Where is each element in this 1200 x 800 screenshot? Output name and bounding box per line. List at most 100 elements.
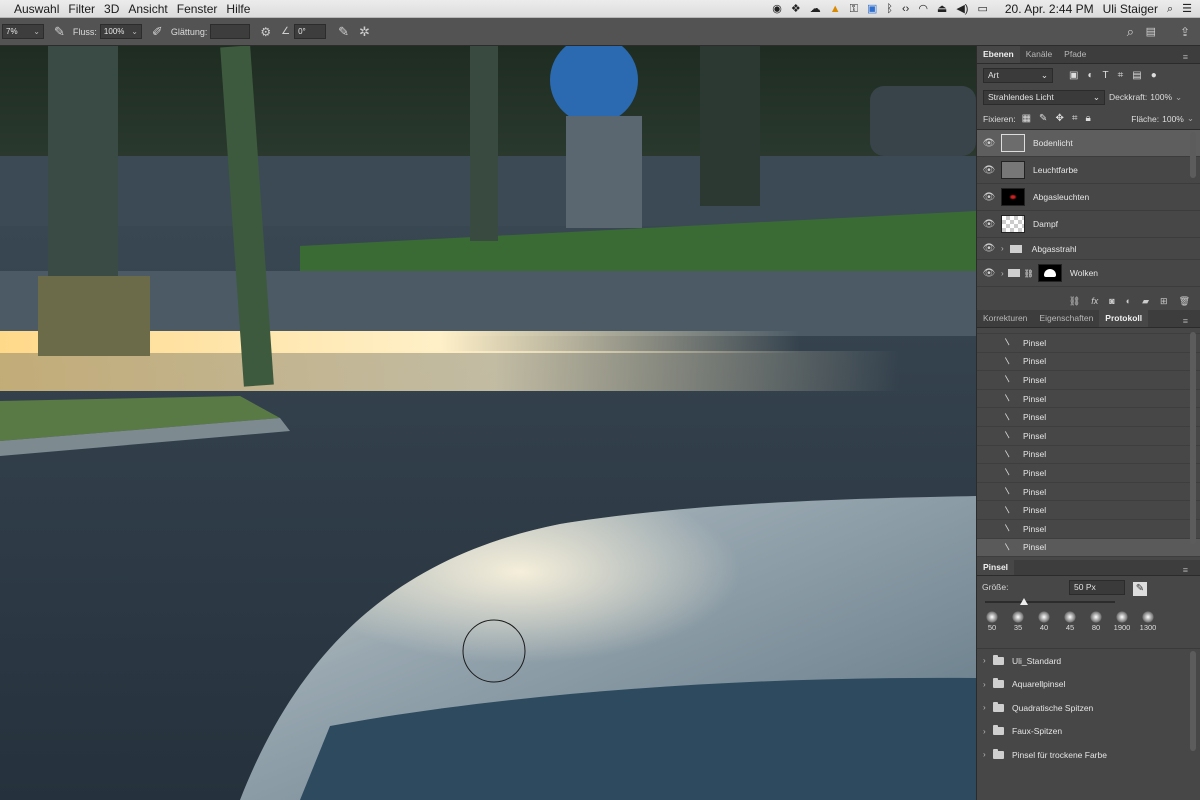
layer-group-abgasstrahl[interactable]: 👁︎ › Abgasstrahl [977,238,1200,260]
search-icon[interactable]: ⌕ [1127,24,1134,40]
brush-settings-icon[interactable]: ✎ [1133,582,1147,596]
shape-filter-icon[interactable]: ⌗ [1118,70,1124,81]
pressure-opacity-icon[interactable]: ✎ [54,24,65,40]
chevron-right-icon[interactable]: › [983,703,993,712]
angle-field[interactable]: 0° [294,24,327,39]
brush-folder[interactable]: › Faux-Spitzen [977,720,1200,744]
password-icon[interactable]: ⚿ [850,0,858,18]
notification-center-icon[interactable]: ☰ [1182,0,1192,18]
eye-icon[interactable]: 👁︎ [977,138,1001,149]
history-item-current[interactable]: / Pinsel [977,538,1200,558]
fill-value[interactable]: 100% [1162,114,1184,124]
history-item[interactable]: / Pinsel [977,390,1200,409]
history-item[interactable]: / Pinsel [977,408,1200,427]
history-item[interactable]: / Pinsel [977,353,1200,372]
dropbox-icon[interactable]: ❖ [791,0,801,18]
lock-artboard-icon[interactable]: ⌗ [1072,113,1078,124]
history-item[interactable]: / Pinsel [977,464,1200,483]
airbrush-icon[interactable]: ✐ [152,24,163,40]
brush-size-field[interactable]: 7% ⌄ [2,24,44,39]
layers-scrollbar[interactable] [1190,132,1196,178]
flow-field[interactable]: 100% ⌄ [99,24,142,39]
layer-row-leuchtfarbe[interactable]: 👁︎ Leuchtfarbe [977,157,1200,184]
volume-icon[interactable]: ◀) [956,0,968,18]
tab-eigenschaften[interactable]: Eigenschaften [1033,310,1099,327]
tab-protokoll[interactable]: Protokoll [1099,310,1149,327]
vlc-icon[interactable]: ▲ [830,0,841,18]
layer-group-wolken[interactable]: 👁︎ › ⛓ Wolken [977,260,1200,287]
tab-pinsel[interactable]: Pinsel [977,560,1015,575]
panel-menu-icon[interactable]: ≡ [1177,49,1194,66]
trash-icon[interactable]: 🗑︎ [1179,296,1190,307]
chevron-right-icon[interactable]: › [983,727,993,736]
chevron-right-icon[interactable]: › [983,750,993,759]
chevron-down-icon[interactable]: ⌄ [1175,92,1182,103]
menu-3d[interactable]: 3D [104,2,128,16]
brush-folder[interactable]: › Aquarellpinsel [977,673,1200,697]
document-canvas[interactable] [0,46,976,800]
battery-icon[interactable]: ▭ [977,0,987,18]
eye-icon[interactable]: 👁︎ [977,268,1001,279]
brush-preset[interactable]: 50 [981,611,1003,632]
tab-korrekturen[interactable]: Korrekturen [977,310,1033,327]
symmetry-icon[interactable]: ✲ [359,24,370,40]
clock[interactable]: 20. Apr. 2:44 PM [1005,2,1094,16]
history-item[interactable]: / Pinsel [977,446,1200,465]
history-item[interactable]: / Pinsel [977,520,1200,539]
gear-icon[interactable]: ⚙ [260,25,271,39]
pixel-filter-icon[interactable]: ▣ [1069,70,1078,81]
adjustment-filter-icon[interactable]: ◐ [1087,70,1093,81]
brush-preset[interactable]: 45 [1059,611,1081,632]
brush-folder[interactable]: › Quadratische Spitzen [977,696,1200,720]
wifi-icon[interactable]: ◠ [918,0,928,18]
fx-icon[interactable]: fx [1091,296,1098,306]
tab-ebenen[interactable]: Ebenen [977,46,1020,63]
brush-preset[interactable]: 40 [1033,611,1055,632]
layer-filter-select[interactable]: Art ⌄ [983,67,1053,83]
eye-icon[interactable]: 👁︎ [977,219,1001,230]
lock-transparent-icon[interactable]: ▦ [1022,113,1031,124]
brush-preset[interactable]: 1300 [1137,611,1159,632]
brush-folder[interactable]: › Pinsel für trockene Farbe [977,743,1200,767]
link-layers-icon[interactable]: ⛓ [1069,296,1080,307]
history-item[interactable]: / Pinsel [977,501,1200,520]
history-item[interactable]: / Pinsel [977,427,1200,446]
brush-size-slider[interactable] [985,598,1115,605]
history-item[interactable]: / Pinsel [977,334,1200,353]
smoothing-field[interactable] [210,24,251,39]
brush-folder[interactable]: › Uli_Standard [977,649,1200,673]
lock-all-icon[interactable]: 🔒︎ [1085,113,1090,124]
menu-hilfe[interactable]: Hilfe [226,2,259,16]
smart-object-filter-icon[interactable]: ▤ [1132,70,1141,81]
eject-icon[interactable]: ⏏ [937,0,947,18]
sync-icon[interactable]: ▣ [867,0,877,18]
lock-pixels-icon[interactable]: ✎ [1039,113,1047,124]
layer-row-abgasleuchten[interactable]: 👁︎ Abgasleuchten [977,184,1200,211]
blend-mode-select[interactable]: Strahlendes Licht ⌄ [983,89,1105,105]
filter-toggle-icon[interactable]: ● [1151,70,1157,81]
add-mask-icon[interactable]: ◙ [1109,296,1114,306]
share-icon[interactable]: ⇪ [1180,25,1190,39]
history-item[interactable]: / Pinsel [977,371,1200,390]
eye-icon[interactable]: 👁︎ [977,192,1001,203]
tab-kanaele[interactable]: Kanäle [1020,46,1058,63]
layer-row-dampf[interactable]: 👁︎ Dampf [977,211,1200,238]
menu-fenster[interactable]: Fenster [177,2,227,16]
chevron-right-icon[interactable]: › [1001,244,1004,253]
eye-icon[interactable]: 👁︎ [977,165,1001,176]
new-group-icon[interactable]: ▰ [1142,296,1149,307]
bluetooth-icon[interactable]: ᛒ [886,0,893,18]
brush-preset[interactable]: 35 [1007,611,1029,632]
brush-preset[interactable]: 1900 [1111,611,1133,632]
pressure-size-icon[interactable]: ✎ [338,24,349,40]
spotlight-icon[interactable]: ⌕ [1167,0,1173,18]
record-icon[interactable]: ◉ [772,0,782,18]
layer-row-bodenlicht[interactable]: 👁︎ Bodenlicht [977,130,1200,157]
adjustment-layer-icon[interactable]: ◐ [1126,296,1131,306]
brush-preset[interactable]: 80 [1085,611,1107,632]
tab-pfade[interactable]: Pfade [1058,46,1092,63]
eye-icon[interactable]: 👁︎ [977,243,1001,254]
menu-filter[interactable]: Filter [68,2,104,16]
creative-cloud-icon[interactable]: ☁ [810,0,821,18]
brush-scrollbar[interactable] [1190,651,1196,751]
